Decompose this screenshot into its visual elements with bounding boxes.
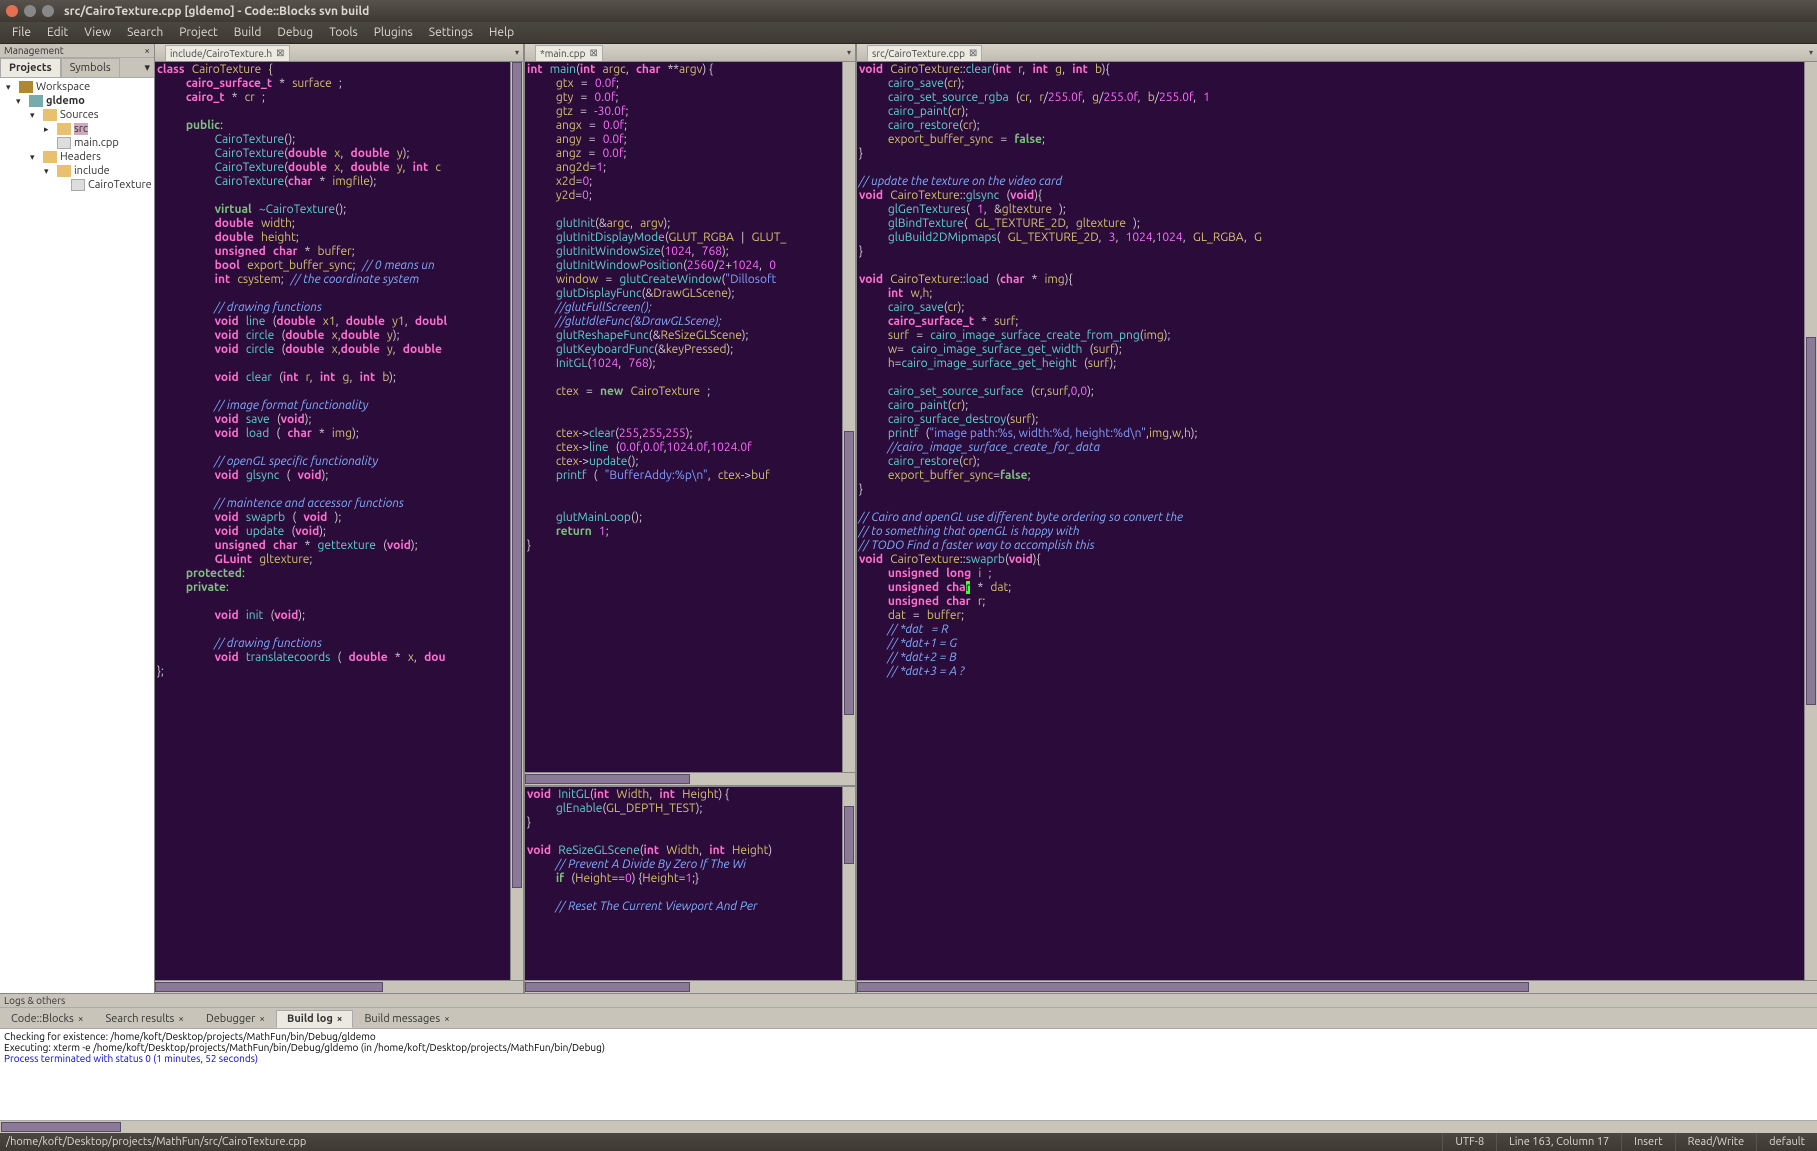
status-readwrite: Read/Write [1675,1133,1757,1151]
menu-search[interactable]: Search [119,26,171,39]
file-icon [57,137,71,149]
panel-close-icon[interactable]: × [144,45,150,56]
menu-settings[interactable]: Settings [421,26,481,39]
log-tab-debugger[interactable]: Debugger× [195,1010,276,1028]
log-tab-build-log[interactable]: Build log× [276,1010,353,1028]
folder-icon [57,165,71,177]
status-insert-mode: Insert [1621,1133,1674,1151]
horizontal-scrollbar[interactable] [857,980,1817,993]
tab-list-dropdown-icon[interactable]: ▾ [515,48,519,57]
menu-plugins[interactable]: Plugins [366,26,421,39]
editor-pane-3: src/CairoTexture.cpp ⊠ ▾ void CairoTextu… [857,44,1817,993]
menu-debug[interactable]: Debug [269,26,321,39]
window-close-icon[interactable] [6,5,18,17]
log-line: Process terminated with status 0 (1 minu… [4,1053,1813,1064]
tab-close-icon[interactable]: ⊠ [589,47,597,59]
window-title: src/CairoTexture.cpp [gldemo] - Code::Bl… [64,5,369,18]
window-titlebar: src/CairoTexture.cpp [gldemo] - Code::Bl… [0,0,1817,22]
logs-header-label: Logs & others [4,995,65,1006]
window-minimize-icon[interactable] [24,5,36,17]
menu-project[interactable]: Project [171,26,226,39]
project-tree[interactable]: ▾ Workspace ▾ gldemo ▾ Sources ▸ src main.cp… [0,78,154,993]
tree-project[interactable]: gldemo [46,95,85,107]
file-tab-cairotexture-h[interactable]: include/CairoTexture.h ⊠ [165,45,290,61]
tab-close-icon[interactable]: ⊠ [276,47,284,59]
file-icon [71,179,85,191]
management-header-label: Management [4,45,64,56]
project-icon [29,95,43,107]
horizontal-scrollbar[interactable] [525,772,855,785]
code-editor-area[interactable]: void CairoTexture::clear(int r, int g, i… [857,62,1804,980]
log-tab-build-messages[interactable]: Build messages× [353,1010,460,1028]
menu-build[interactable]: Build [226,26,270,39]
tree-sources[interactable]: Sources [60,109,99,121]
tree-toggle-icon[interactable]: ▾ [30,110,40,121]
workspace-icon [19,81,33,93]
status-path: /home/koft/Desktop/projects/MathFun/src/… [0,1136,1442,1148]
tree-toggle-icon[interactable]: ▸ [44,124,54,135]
logs-panel: Logs & others Code::Blocks× Search resul… [0,993,1817,1133]
tree-headers[interactable]: Headers [60,151,101,163]
editor-pane-2: *main.cpp ⊠ ▾ int main(int argc, char **… [525,44,855,993]
tree-src-folder[interactable]: src [74,123,88,135]
folder-icon [57,123,71,135]
management-panel: Management × Projects Symbols ▾ ▾ Workspa… [0,44,155,993]
tree-toggle-icon[interactable]: ▾ [16,96,26,107]
menubar: File Edit View Search Project Build Debu… [0,22,1817,44]
build-log-output[interactable]: Checking for existence: /home/koft/Deskt… [0,1029,1817,1120]
vertical-scrollbar[interactable] [842,787,855,980]
editor-pane-1: include/CairoTexture.h ⊠ ▾ class CairoTe… [155,44,523,993]
tree-toggle-icon[interactable]: ▾ [6,82,16,93]
code-editor-area[interactable]: int main(int argc, char **argv) { gtx = … [525,62,842,772]
horizontal-scrollbar[interactable] [525,980,855,993]
tree-cairo-h[interactable]: CairoTexture [88,179,152,191]
status-encoding: UTF-8 [1442,1133,1496,1151]
log-tab-codeblocks[interactable]: Code::Blocks× [0,1010,94,1028]
tab-symbols[interactable]: Symbols [61,58,120,77]
tree-include[interactable]: include [74,165,110,177]
horizontal-scrollbar[interactable] [155,980,523,993]
file-tab-main-cpp[interactable]: *main.cpp ⊠ [535,45,603,61]
log-line: Executing: xterm -e /home/koft/Desktop/p… [4,1042,1813,1053]
file-tab-cairotexture-cpp[interactable]: src/CairoTexture.cpp ⊠ [867,45,982,61]
window-maximize-icon[interactable] [42,5,54,17]
code-editor-area[interactable]: class CairoTexture { cairo_surface_t * s… [155,62,510,980]
menu-file[interactable]: File [4,26,39,39]
status-eol: default [1756,1133,1817,1151]
tab-close-icon[interactable]: ⊠ [969,47,977,59]
vertical-scrollbar[interactable] [510,62,523,980]
code-editor-area[interactable]: void InitGL(int Width, int Height) { glE… [525,787,842,980]
horizontal-scrollbar[interactable] [0,1120,1817,1133]
status-cursor-position: Line 163, Column 17 [1496,1133,1621,1151]
menu-tools[interactable]: Tools [321,26,366,39]
tree-main-cpp[interactable]: main.cpp [74,137,119,149]
tree-toggle-icon[interactable]: ▾ [30,152,40,163]
folder-icon [43,151,57,163]
vertical-scrollbar[interactable] [842,62,855,772]
statusbar: /home/koft/Desktop/projects/MathFun/src/… [0,1133,1817,1151]
menu-edit[interactable]: Edit [39,26,76,39]
log-tab-search-results[interactable]: Search results× [94,1010,194,1028]
tab-dropdown-icon[interactable]: ▾ [140,58,154,77]
menu-help[interactable]: Help [481,26,522,39]
menu-view[interactable]: View [76,26,119,39]
folder-icon [43,109,57,121]
vertical-scrollbar[interactable] [1804,62,1817,980]
tab-list-dropdown-icon[interactable]: ▾ [1809,48,1813,57]
tab-projects[interactable]: Projects [0,58,61,77]
tree-workspace[interactable]: Workspace [36,81,90,93]
log-line: Checking for existence: /home/koft/Deskt… [4,1031,1813,1042]
tree-toggle-icon[interactable]: ▾ [44,166,54,177]
tab-list-dropdown-icon[interactable]: ▾ [847,48,851,57]
